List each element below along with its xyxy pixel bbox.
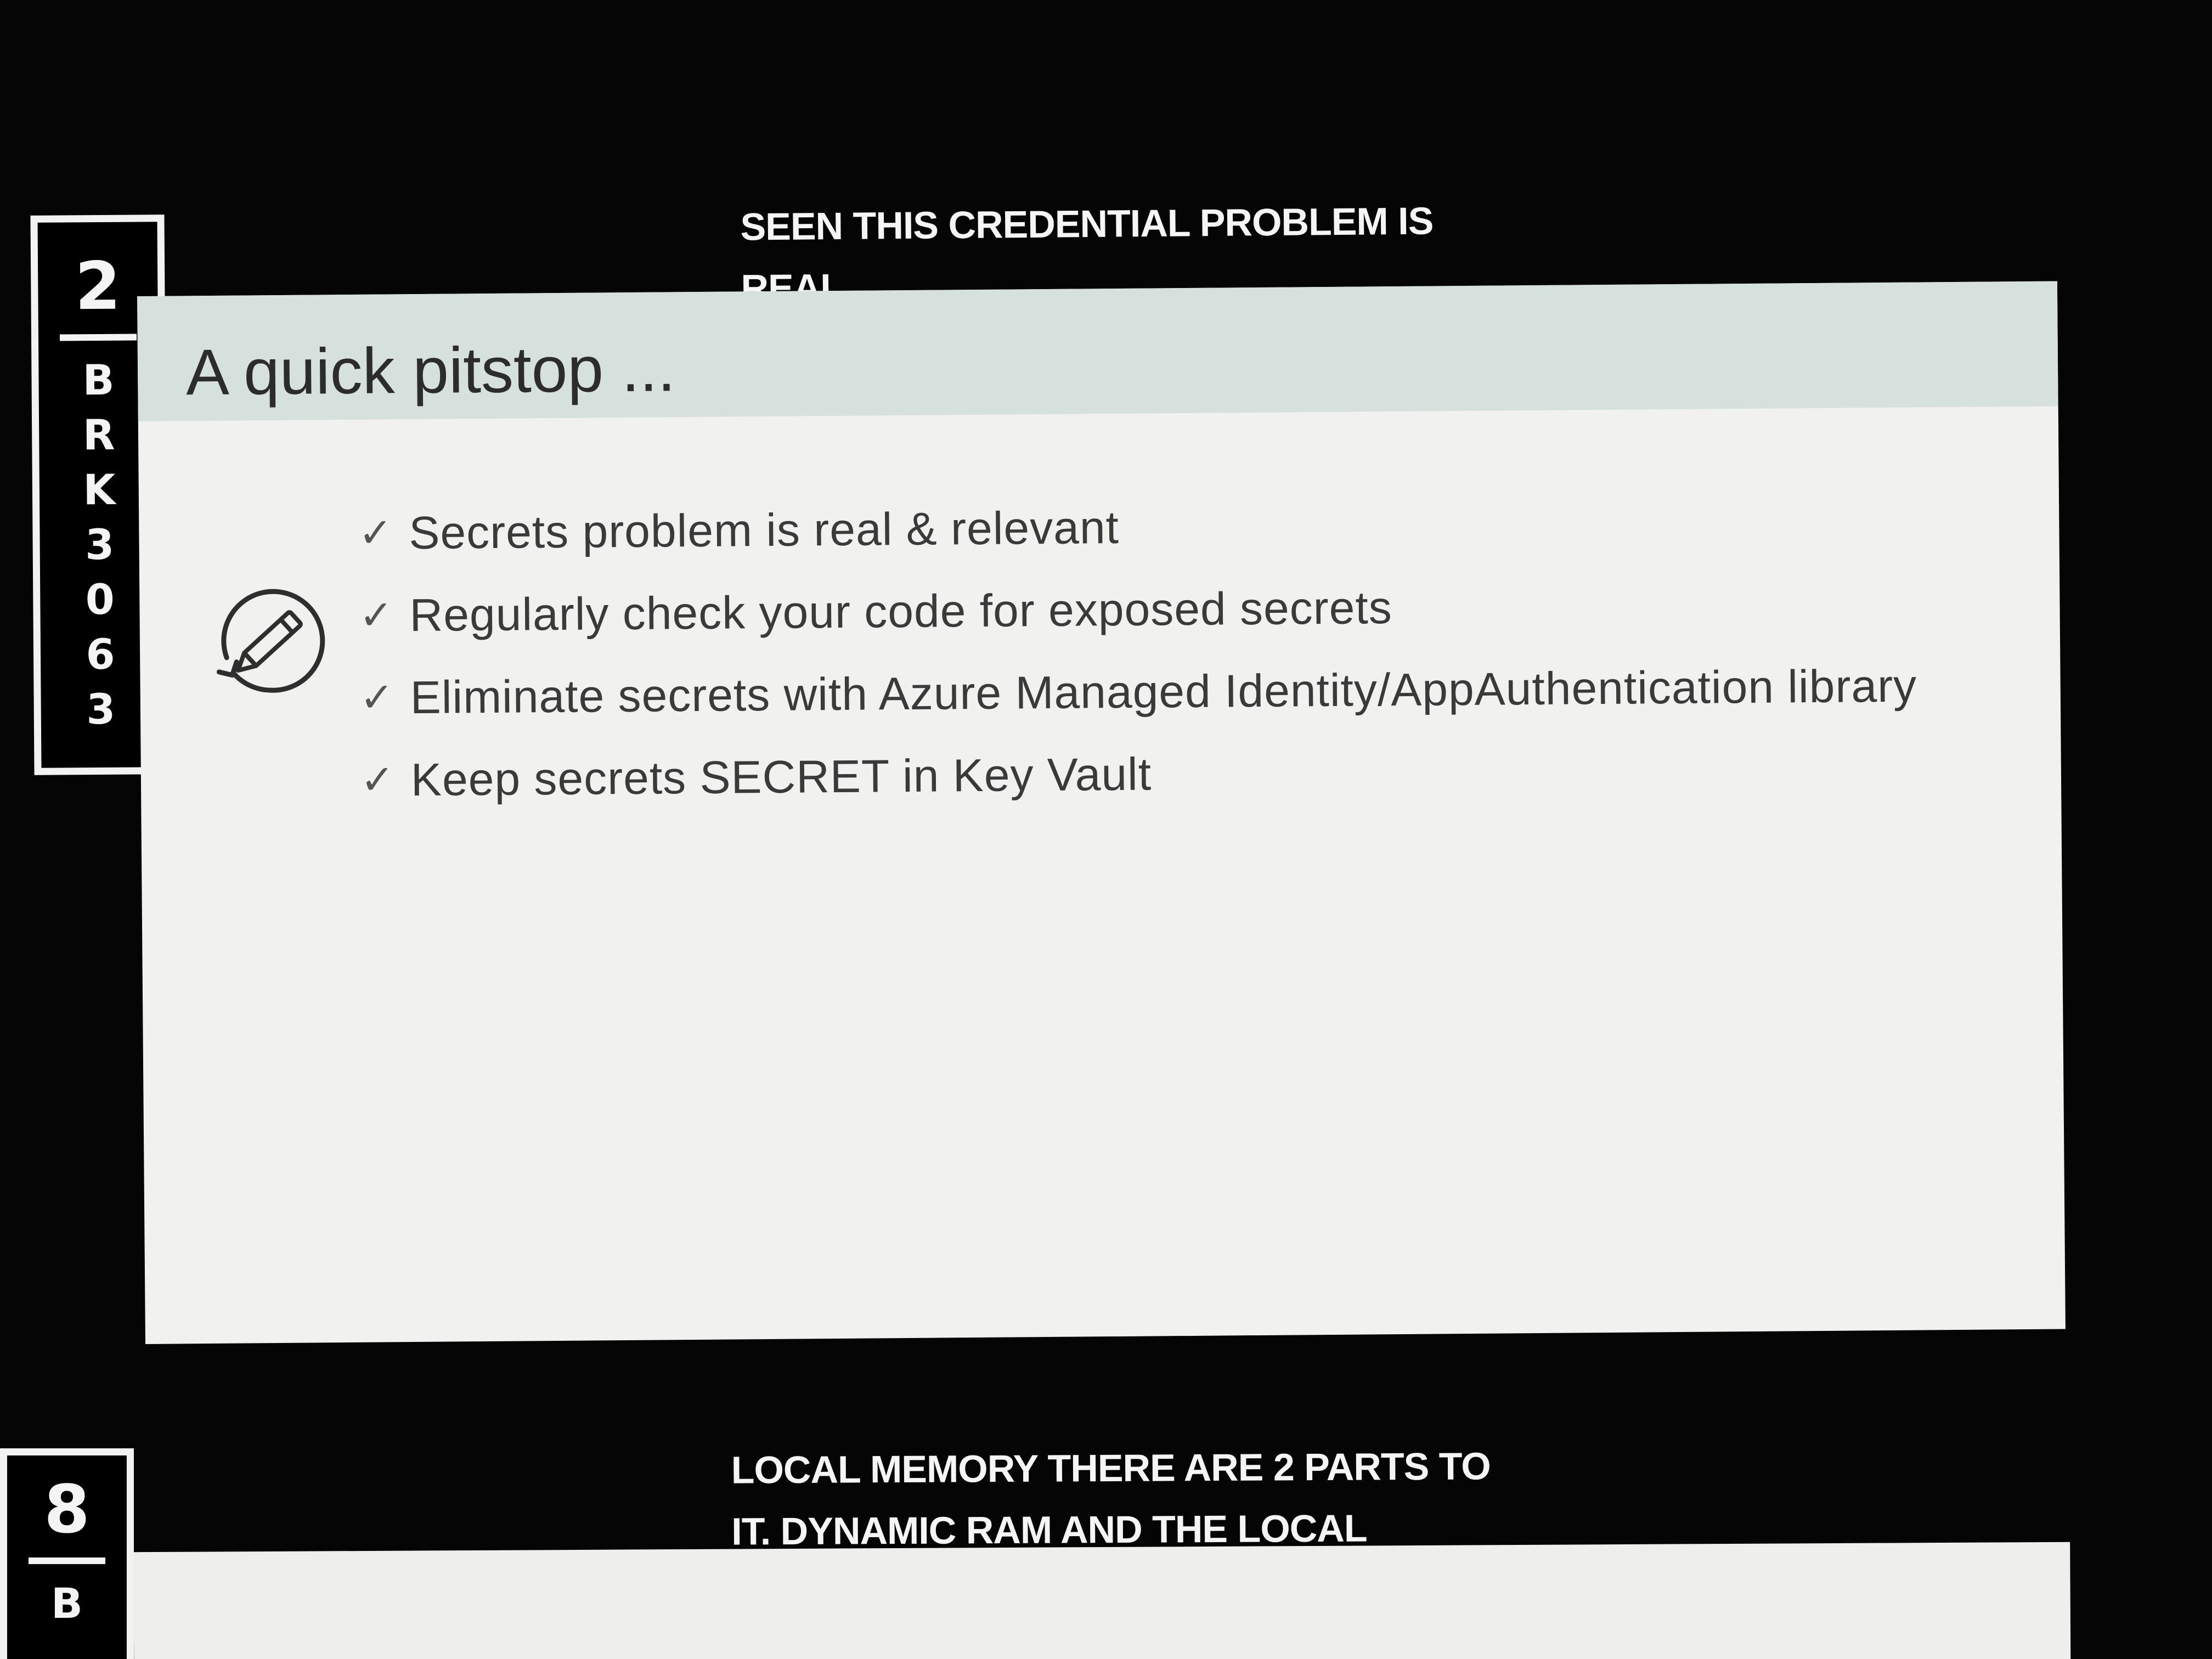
session-code-char: K (83, 465, 116, 515)
checkmark-icon: ✓ (360, 756, 395, 804)
pencil-refresh-icon (216, 589, 325, 693)
tile-divider (59, 334, 137, 341)
tile-number: 8 (44, 1472, 90, 1548)
session-code-char: 0 (85, 574, 115, 624)
session-code-char: R (82, 410, 115, 460)
tile-divider (29, 1558, 105, 1564)
list-item: ✓ Eliminate secrets with Azure Managed I… (359, 645, 1917, 739)
list-item: ✓ Regularly check your code for exposed … (359, 562, 1917, 657)
list-item: ✓ Keep secrets SECRET in Key Vault (360, 727, 1918, 821)
session-code-char: 6 (86, 629, 115, 679)
session-code-char: 3 (84, 520, 115, 569)
bullet-text: Regularly check your code for exposed se… (409, 581, 1393, 641)
presentation-slide: A quick pitstop ... ✓ Secrets problem is… (137, 281, 2066, 1344)
session-code: B (7, 1579, 127, 1628)
caption-line: SEEN THIS CREDENTIAL PROBLEM IS (740, 199, 1434, 249)
bullet-text: Secrets problem is real & relevant (409, 501, 1120, 558)
list-item: ✓ Secrets problem is real & relevant (358, 480, 1916, 574)
caption-line: LOCAL MEMORY THERE ARE 2 PARTS TO (731, 1444, 1491, 1492)
session-code-char: B (82, 355, 115, 405)
slide-title: A quick pitstop ... (185, 332, 676, 409)
checkmark-icon: ✓ (358, 509, 393, 557)
bullet-text: Eliminate secrets with Azure Managed Ide… (410, 659, 1917, 723)
bullet-text: Keep secrets SECRET in Key Vault (410, 748, 1152, 805)
checkmark-icon: ✓ (359, 591, 393, 639)
next-slide-preview (133, 1542, 2071, 1659)
bullet-list: ✓ Secrets problem is real & relevant ✓ R… (358, 480, 1918, 821)
session-code-char: 3 (86, 684, 116, 734)
session-code-char: B (51, 1579, 83, 1628)
session-code-tile: 8 B (0, 1448, 134, 1659)
checkmark-icon: ✓ (359, 674, 394, 721)
live-caption: LOCAL MEMORY THERE ARE 2 PARTS TO IT. DY… (731, 1435, 1491, 1562)
